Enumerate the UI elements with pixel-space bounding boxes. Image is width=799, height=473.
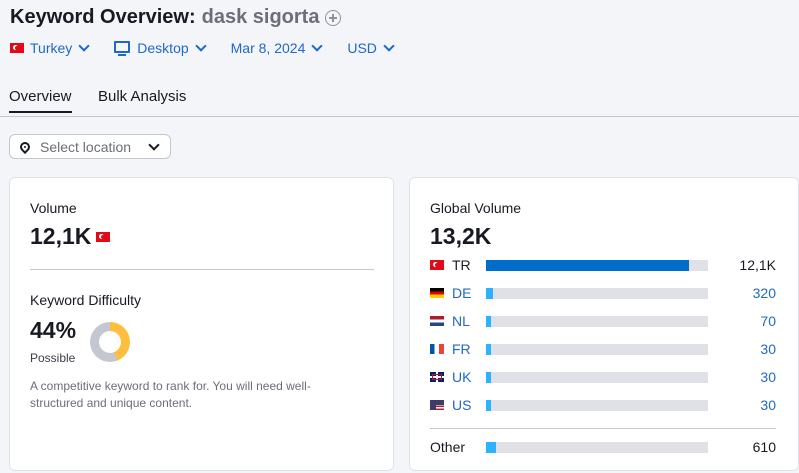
volume-bar-fill bbox=[486, 315, 491, 327]
currency-dropdown[interactable]: USD bbox=[347, 40, 395, 56]
country-dropdown[interactable]: Turkey bbox=[10, 40, 90, 56]
chevron-down-icon bbox=[311, 40, 324, 52]
date-label: Mar 8, 2024 bbox=[230, 40, 306, 56]
volume-bar-fill bbox=[486, 441, 496, 453]
volume-bar bbox=[486, 315, 708, 327]
turkey-flag-icon bbox=[10, 43, 24, 53]
tab-bulk-analysis[interactable]: Bulk Analysis bbox=[98, 88, 186, 105]
chevron-down-icon bbox=[148, 138, 160, 151]
country-volume-value[interactable]: 70 bbox=[760, 313, 776, 329]
other-label: Other bbox=[430, 439, 466, 455]
volume-value: 12,1K bbox=[30, 223, 92, 249]
country-volume-value: 12,1K bbox=[739, 257, 776, 273]
volume-bar-fill bbox=[486, 259, 690, 271]
country-code[interactable]: NL bbox=[452, 313, 486, 329]
netherlands-flag-icon bbox=[430, 316, 444, 326]
divider bbox=[30, 269, 374, 270]
country-code[interactable]: FR bbox=[452, 341, 486, 357]
country-volume-value[interactable]: 30 bbox=[760, 369, 776, 385]
volume-value-row: 12,1K bbox=[30, 223, 116, 250]
other-row: Other 610 bbox=[430, 437, 776, 457]
chevron-down-icon bbox=[194, 40, 207, 52]
kd-status: Possible bbox=[30, 351, 76, 365]
volume-bar bbox=[486, 343, 708, 355]
volume-bar bbox=[486, 287, 708, 299]
france-flag-icon bbox=[430, 344, 444, 354]
volume-bar-fill bbox=[486, 343, 491, 355]
keyword-title: dask sigorta bbox=[201, 6, 320, 28]
other-value: 610 bbox=[752, 439, 776, 455]
turkey-flag-icon bbox=[430, 260, 444, 270]
country-code: TR bbox=[452, 257, 471, 273]
country-label: Turkey bbox=[30, 40, 73, 56]
country-code[interactable]: UK bbox=[452, 369, 486, 385]
kd-value: 44% bbox=[30, 317, 77, 343]
volume-bar-fill bbox=[486, 399, 491, 411]
divider bbox=[430, 428, 776, 429]
country-volume-value[interactable]: 320 bbox=[753, 285, 776, 301]
kd-label: Keyword Difficulty bbox=[30, 292, 142, 308]
kd-donut-chart bbox=[90, 322, 130, 362]
volume-bar bbox=[486, 259, 708, 271]
volume-card: Volume 12,1K Keyword Difficulty 44% Poss… bbox=[9, 177, 394, 471]
device-dropdown[interactable]: Desktop bbox=[114, 40, 207, 56]
add-to-list-icon[interactable] bbox=[325, 9, 342, 26]
country-row-us: US 30 bbox=[430, 395, 776, 415]
currency-label: USD bbox=[347, 40, 377, 56]
uk-flag-icon bbox=[430, 372, 444, 382]
volume-label: Volume bbox=[30, 200, 77, 216]
chevron-down-icon bbox=[383, 40, 395, 52]
filter-bar: Turkey Desktop Mar 8, 2024 USD bbox=[10, 40, 419, 56]
tab-bar: Overview Bulk Analysis bbox=[0, 84, 799, 117]
volume-bar bbox=[486, 371, 708, 383]
country-code[interactable]: DE bbox=[452, 285, 486, 301]
global-volume-value: 13,2K bbox=[430, 223, 492, 249]
location-pin-icon bbox=[17, 139, 33, 154]
turkey-flag-icon bbox=[96, 231, 111, 242]
location-placeholder: Select location bbox=[40, 138, 132, 155]
page-title: Keyword Overview: bbox=[10, 6, 196, 28]
volume-bar-fill bbox=[486, 287, 493, 299]
page-header: Keyword Overview: dask sigorta bbox=[10, 6, 342, 29]
country-row-fr: FR 30 bbox=[430, 339, 776, 359]
device-label: Desktop bbox=[137, 40, 189, 56]
country-row-de: DE 320 bbox=[430, 283, 776, 303]
country-volume-value[interactable]: 30 bbox=[760, 397, 776, 413]
germany-flag-icon bbox=[430, 288, 444, 298]
country-code[interactable]: US bbox=[452, 397, 486, 413]
country-volume-value[interactable]: 30 bbox=[760, 341, 776, 357]
global-volume-label: Global Volume bbox=[430, 200, 522, 216]
date-dropdown[interactable]: Mar 8, 2024 bbox=[230, 40, 324, 56]
kd-description: A competitive keyword to rank for. You w… bbox=[30, 379, 311, 410]
country-row-nl: NL 70 bbox=[430, 311, 776, 331]
location-select[interactable]: Select location bbox=[9, 134, 171, 159]
volume-bar-fill bbox=[486, 371, 491, 383]
volume-bar bbox=[486, 399, 708, 411]
chevron-down-icon bbox=[78, 40, 90, 52]
country-row-tr: TR 12,1K bbox=[430, 255, 776, 275]
country-row-uk: UK 30 bbox=[430, 367, 776, 387]
volume-bar bbox=[486, 441, 708, 453]
tab-overview[interactable]: Overview bbox=[9, 88, 72, 113]
global-volume-card: Global Volume 13,2K TR 12,1K DE 320 NL 70 FR 30… bbox=[409, 177, 799, 471]
usa-flag-icon bbox=[430, 400, 444, 410]
desktop-icon bbox=[114, 41, 131, 56]
